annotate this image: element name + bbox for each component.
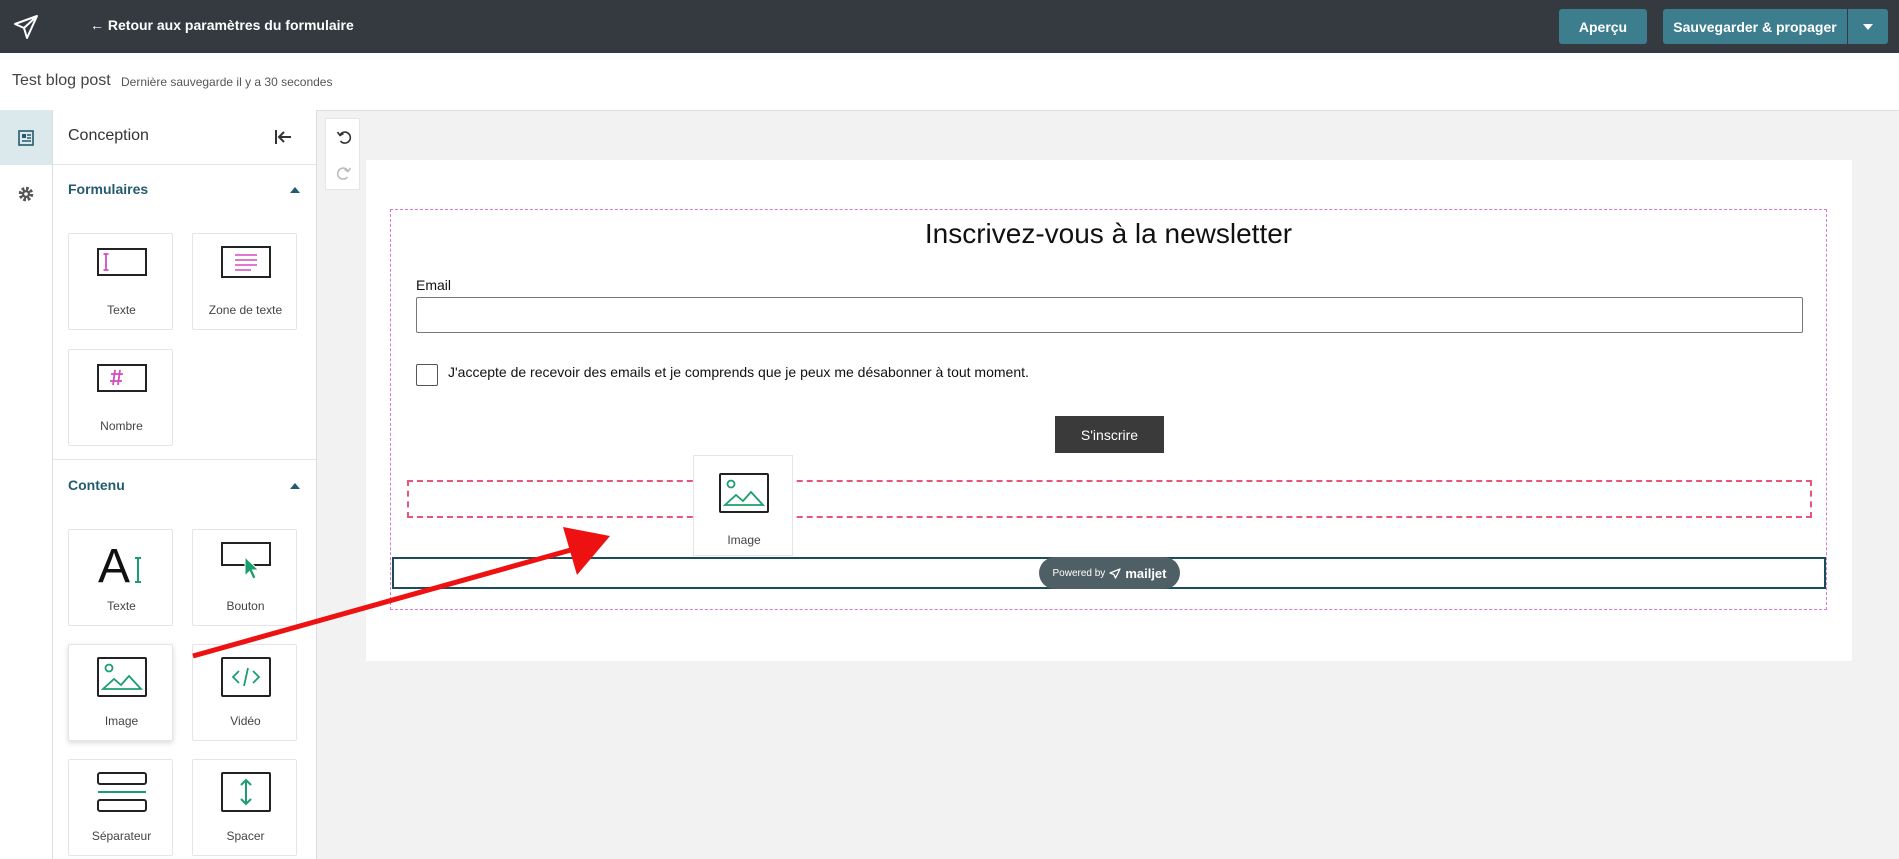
form-block-outline[interactable] [390,209,1827,610]
tile-label: Spacer [226,829,265,843]
consent-checkbox[interactable] [416,364,438,386]
image-icon [69,657,174,699]
section-header-forms[interactable]: Formulaires [53,165,316,215]
design-tab[interactable] [0,110,52,165]
section-title: Contenu [68,477,125,493]
back-to-form-settings-link[interactable]: ← Retour aux paramètres du formulaire [90,17,354,33]
drop-zone-placeholder[interactable] [407,480,1812,518]
collapse-left-icon [275,130,291,144]
send-logo-icon[interactable] [0,0,51,53]
undo-button[interactable] [326,119,361,154]
tile-label: Texte [107,303,136,317]
tile-label: Image [104,714,139,728]
caret-up-icon [290,483,300,489]
number-field-icon [69,362,174,404]
panel-header: Conception [53,110,316,165]
form-title-bar: Test blog post Dernière sauvegarde il y … [0,53,1899,111]
text-block-icon: A [69,542,174,586]
collapse-panel-button[interactable] [271,126,295,148]
redo-button[interactable] [326,155,361,190]
form-name: Test blog post [12,72,111,89]
preview-button[interactable]: Aperçu [1559,9,1647,44]
panel-title: Conception [68,127,149,144]
tile-label: Zone de texte [208,303,283,317]
dragged-image-block[interactable]: Image [693,455,793,556]
mailjet-logo-icon [1109,567,1121,579]
tile-label: Vidéo [230,714,261,728]
save-options-dropdown-button[interactable] [1848,9,1888,44]
settings-tab[interactable] [0,166,52,221]
redo-icon [336,166,351,180]
tile-label: Texte [107,599,136,613]
section-header-content[interactable]: Contenu [53,461,316,511]
section-divider [53,459,316,460]
section-title: Formulaires [68,181,149,197]
top-bar: ← Retour aux paramètres du formulaire Ap… [0,0,1899,53]
tile-label: Séparateur [91,829,152,843]
button-block-icon [193,542,298,584]
consent-text: J'accepte de recevoir des emails et je c… [448,364,1029,380]
save-and-propagate-button[interactable]: Sauvegarder & propager [1663,9,1847,44]
block-textarea[interactable]: Zone de texte [192,233,297,330]
subscribe-button[interactable]: S'inscrire [1055,416,1164,453]
separator-icon [69,772,174,814]
email-input[interactable] [416,297,1803,333]
block-text-content[interactable]: A Texte [68,529,173,626]
drag-ghost-label: Image [727,533,761,547]
block-text-field[interactable]: Texte [68,233,173,330]
block-image[interactable]: Image [68,644,173,741]
email-label: Email [416,277,452,293]
brand-name: mailjet [1125,565,1167,581]
block-spacer[interactable]: Spacer [192,759,297,856]
history-toolbar [325,118,360,190]
powered-by-label: Powered by [1052,567,1106,579]
block-video[interactable]: Vidéo [192,644,297,741]
form-layout-icon [18,129,34,146]
video-icon [193,657,298,699]
powered-by-mailjet-badge: Powered by mailjet [1039,557,1180,589]
last-saved-status: Dernière sauvegarde il y a 30 secondes [121,75,333,89]
spacer-icon [193,772,298,814]
textarea-icon [193,246,298,288]
undo-icon [336,130,351,144]
image-icon [694,473,794,515]
gear-icon [18,186,34,201]
design-panel: Conception Formulaires Texte Zone de tex… [53,110,317,859]
text-field-icon [69,246,174,288]
sidebar-icon-rail [0,110,53,859]
svg-text:A: A [98,542,130,586]
tile-label: Nombre [100,419,143,433]
tile-label: Bouton [226,599,265,613]
block-separator[interactable]: Séparateur [68,759,173,856]
block-button[interactable]: Bouton [192,529,297,626]
caret-up-icon [290,187,300,193]
block-number-field[interactable]: Nombre [68,349,173,446]
caret-down-icon [1863,23,1873,30]
form-heading[interactable]: Inscrivez-vous à la newsletter [390,218,1827,250]
